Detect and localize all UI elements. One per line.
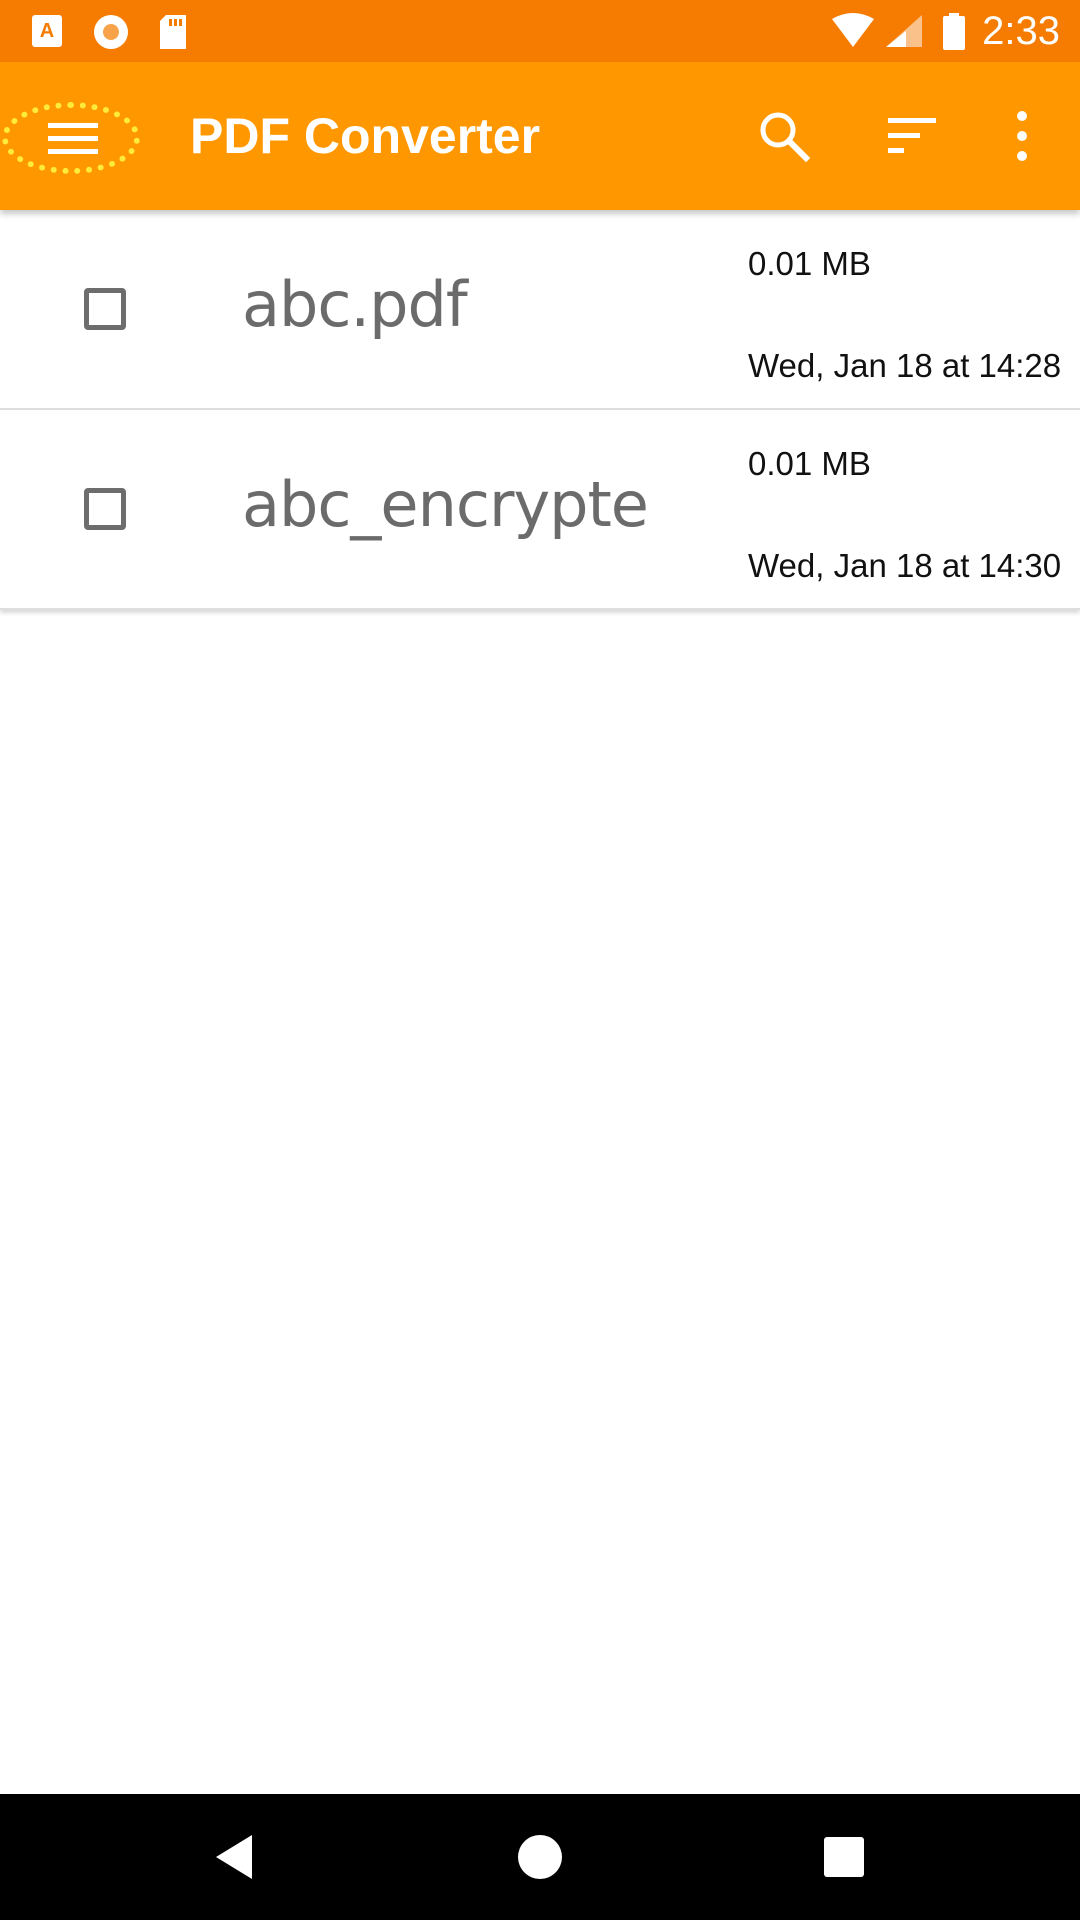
wifi-icon — [830, 13, 876, 49]
a-notification-icon: A — [30, 13, 66, 49]
screen: A 2:33 PDF Converter abc.pdf 0.01 MB Wed… — [0, 0, 1080, 1920]
navigation-bar — [0, 1794, 1080, 1920]
menu-button[interactable] — [2, 102, 140, 174]
app-bar: PDF Converter — [0, 62, 1080, 210]
hamburger-menu-icon — [48, 123, 98, 154]
file-checkbox[interactable] — [84, 288, 126, 330]
status-bar: A 2:33 — [0, 0, 1080, 62]
app-title: PDF Converter — [190, 108, 541, 164]
file-date: Wed, Jan 18 at 14:30 — [748, 547, 1062, 584]
recents-icon — [824, 1837, 864, 1877]
sd-card-icon — [156, 13, 192, 49]
search-icon — [760, 112, 811, 163]
more-options-button[interactable] — [992, 106, 1052, 166]
list-item[interactable]: abc.pdf 0.01 MB Wed, Jan 18 at 14:28 — [0, 210, 1080, 410]
record-icon — [92, 13, 128, 49]
sort-button[interactable] — [882, 106, 942, 166]
file-name: abc_encrypte — [242, 468, 649, 541]
svg-text:A: A — [40, 20, 54, 42]
file-name: abc.pdf — [242, 268, 468, 341]
battery-icon — [942, 13, 966, 50]
file-checkbox[interactable] — [84, 488, 126, 530]
home-button[interactable] — [510, 1827, 570, 1887]
cell-signal-icon — [884, 13, 924, 49]
file-list: abc.pdf 0.01 MB Wed, Jan 18 at 14:28 abc… — [0, 210, 1080, 610]
status-time: 2:33 — [982, 9, 1060, 53]
back-icon — [216, 1835, 252, 1879]
more-vert-icon — [1017, 111, 1027, 161]
file-size: 0.01 MB — [748, 245, 871, 282]
file-size: 0.01 MB — [748, 445, 871, 482]
search-button[interactable] — [754, 106, 814, 166]
home-icon — [518, 1835, 562, 1879]
back-button[interactable] — [206, 1827, 266, 1887]
file-date: Wed, Jan 18 at 14:28 — [748, 347, 1062, 384]
list-item[interactable]: abc_encrypte 0.01 MB Wed, Jan 18 at 14:3… — [0, 410, 1080, 610]
recents-button[interactable] — [814, 1827, 874, 1887]
sort-icon — [888, 118, 936, 153]
